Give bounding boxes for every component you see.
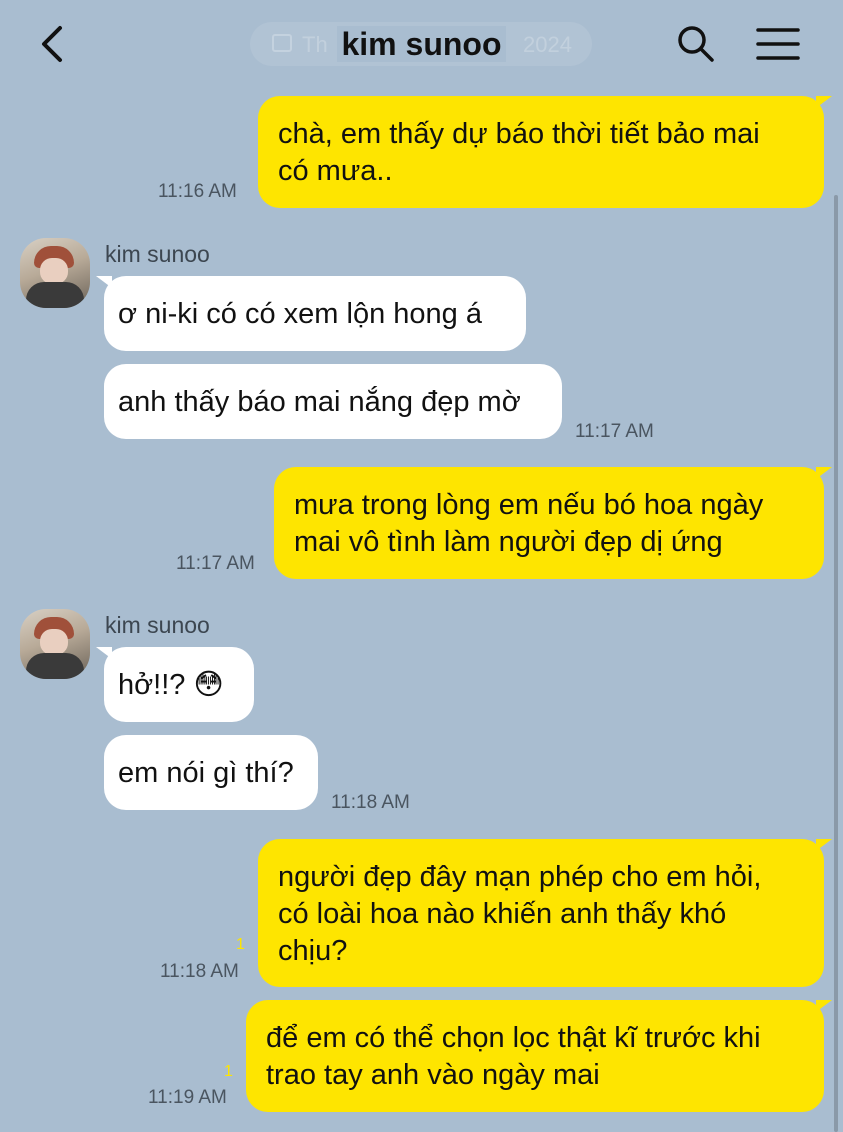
scrollbar[interactable] (834, 195, 838, 1132)
timestamp: 11:19 AM (148, 1087, 227, 1108)
sent-message-bubble[interactable]: chà, em thấy dự báo thời tiết bảo mai có… (258, 96, 824, 208)
timestamp: 11:17 AM (176, 553, 255, 574)
message-line: có loài hoa nào khiến anh thấy khó (278, 898, 727, 930)
message-line: có mưa.. (278, 155, 393, 187)
bubble-tail (96, 647, 112, 659)
message-line: mai vô tình làm người đẹp dị ứng (294, 526, 723, 558)
chat-title: kim sunoo (0, 26, 843, 63)
timestamp: 11:18 AM (160, 961, 239, 982)
message-line: ơ ni-ki có có xem lộn hong á (118, 298, 482, 330)
chat-header: Th 2024 kim sunoo (0, 0, 843, 88)
bubble-tail (816, 467, 832, 479)
menu-icon[interactable] (756, 26, 800, 62)
message-line: mưa trong lòng em nếu bó hoa ngày (294, 489, 764, 521)
message-line: trao tay anh vào ngày mai (266, 1059, 600, 1091)
message-line: người đẹp đây mạn phép cho em hỏi, (278, 861, 762, 893)
bubble-tail (96, 276, 112, 288)
message-line: chịu? (278, 935, 348, 967)
avatar[interactable] (20, 609, 90, 679)
message-line: chà, em thấy dự báo thời tiết bảo mai (278, 118, 760, 150)
unread-count: 1 (236, 936, 245, 953)
sent-message-bubble[interactable]: người đẹp đây mạn phép cho em hỏi, có lo… (258, 839, 824, 987)
received-message-bubble[interactable]: anh thấy báo mai nắng đẹp mờ (104, 364, 562, 439)
timestamp: 11:17 AM (575, 421, 654, 442)
message-line: em nói gì thí? (118, 757, 294, 789)
search-icon[interactable] (676, 24, 716, 64)
message-line: để em có thể chọn lọc thật kĩ trước khi (266, 1022, 761, 1054)
bubble-tail (816, 96, 832, 108)
message-line: hở!!? 😳 (118, 669, 224, 701)
avatar[interactable] (20, 238, 90, 308)
timestamp: 11:16 AM (158, 181, 237, 202)
sent-message-bubble[interactable]: mưa trong lòng em nếu bó hoa ngày mai vô… (274, 467, 824, 579)
sender-name: kim sunoo (105, 241, 210, 267)
unread-count: 1 (224, 1063, 233, 1080)
sent-message-bubble[interactable]: để em có thể chọn lọc thật kĩ trước khi … (246, 1000, 824, 1112)
chat-title-text: kim sunoo (337, 26, 506, 62)
received-message-bubble[interactable]: hở!!? 😳 (104, 647, 254, 722)
bubble-tail (816, 839, 832, 851)
received-message-bubble[interactable]: ơ ni-ki có có xem lộn hong á (104, 276, 526, 351)
message-line: anh thấy báo mai nắng đẹp mờ (118, 386, 521, 418)
bubble-tail (816, 1000, 832, 1012)
received-message-bubble[interactable]: em nói gì thí? (104, 735, 318, 810)
sender-name: kim sunoo (105, 612, 210, 638)
timestamp: 11:18 AM (331, 792, 410, 813)
